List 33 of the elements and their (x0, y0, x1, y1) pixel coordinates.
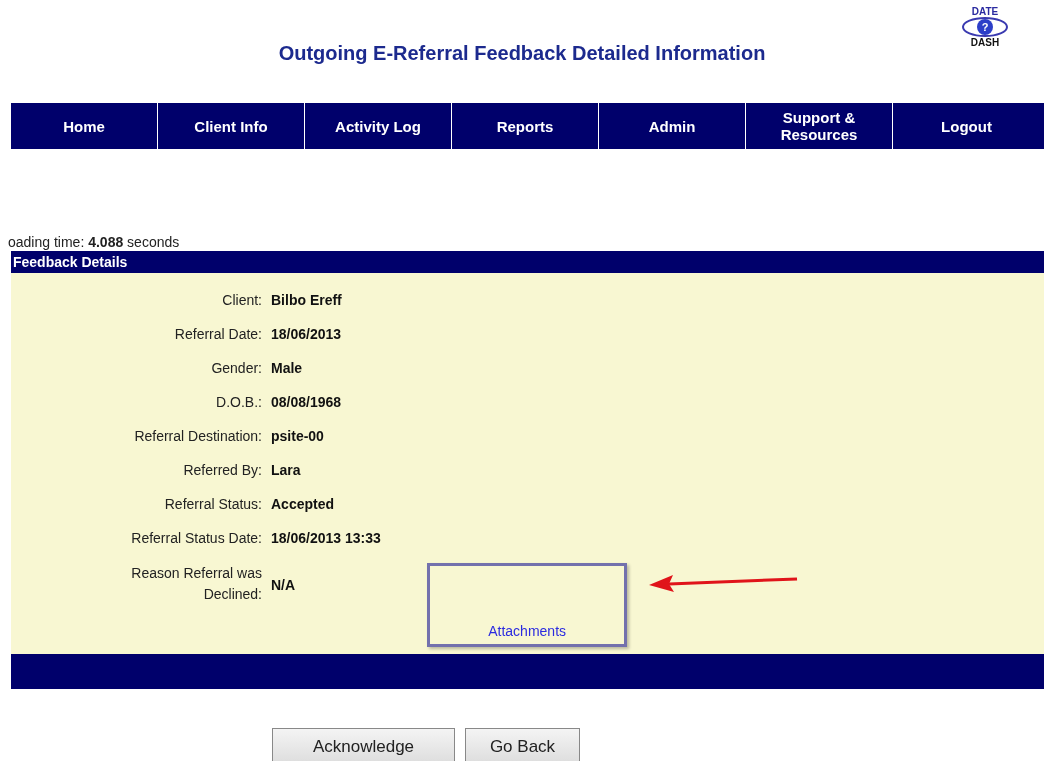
field-label: Client: (221, 290, 262, 310)
field-label: D.O.B.: (215, 392, 262, 412)
field-value: N/A (271, 576, 296, 595)
nav-link[interactable]: Reports (452, 103, 599, 149)
nav-link[interactable]: Support & Resources (746, 103, 893, 149)
field-label: Gender: (210, 358, 262, 378)
nav-link[interactable]: Client Info (158, 103, 305, 149)
field-label: Reason Referral was Declined: (130, 564, 262, 604)
field-value: 08/08/1968 (271, 392, 342, 412)
field-value: 18/06/2013 (271, 324, 342, 344)
nav-link[interactable]: Activity Log (305, 103, 452, 149)
field-label: Referral Destination: (133, 426, 262, 446)
field-value: Lara (271, 460, 301, 480)
field-label: Referred By: (182, 460, 262, 480)
field-label: Referral Status: (163, 494, 262, 514)
field-value: Accepted (271, 494, 335, 514)
field-value: 18/06/2013 13:33 (271, 528, 381, 548)
field-value: Male (271, 358, 303, 378)
nav-link[interactable]: Home (11, 103, 158, 149)
field-value: Bilbo Ereff (271, 290, 342, 310)
logo-drawing: ? DATE DASH (961, 6, 1009, 48)
field-label: Referral Date: (173, 324, 262, 344)
attachments-link[interactable]: Attachments (488, 621, 567, 642)
form-button[interactable]: Acknowledge (272, 728, 455, 761)
nav-link[interactable]: Admin (599, 103, 746, 149)
field-value: psite-00 (271, 426, 324, 446)
loading-time-text: oading time: 4.088 seconds (8, 233, 181, 251)
section-header: Feedback Details (11, 251, 1044, 273)
arrow-icon (649, 573, 800, 593)
page-title: Outgoing E-Referral Feedback Detailed Information (278, 40, 766, 66)
nav-link[interactable]: Logout (893, 103, 1040, 149)
form-button[interactable]: Go Back (465, 728, 580, 761)
field-label: Referral Status Date: (130, 528, 262, 548)
